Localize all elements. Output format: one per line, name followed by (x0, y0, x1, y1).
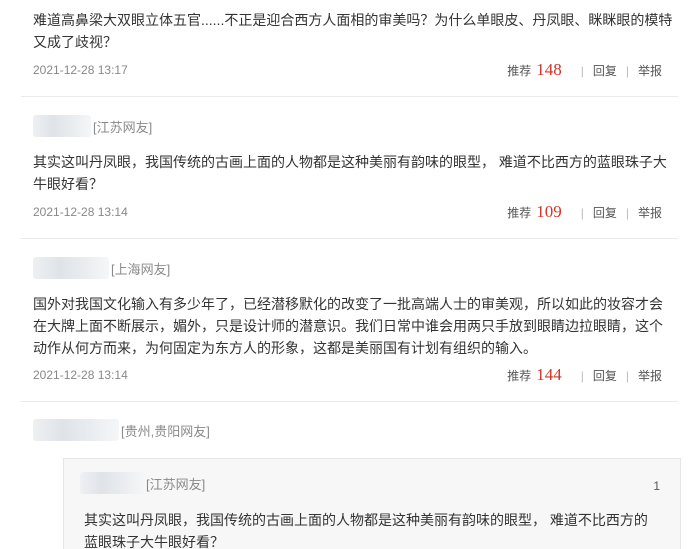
floor-number: 1 (653, 479, 660, 493)
quoted-comment: [江苏网友] 1 其实这叫丹凤眼，我国传统的古画上面的人物都是这种美丽有韵味的眼… (63, 458, 681, 549)
separator: | (580, 369, 584, 383)
comment-meta-row: 2021-12-28 13:17 推荐 148 | 回复 | 举报 (0, 60, 698, 80)
recommend-count: 144 (536, 365, 562, 384)
comment-user-row: [贵州,贵阳网友] (33, 418, 210, 442)
quoted-user-row: [江苏网友] (80, 471, 205, 495)
user-region: [贵州,贵阳网友] (121, 423, 210, 439)
reply-button[interactable]: 回复 (593, 367, 617, 384)
user-region: [江苏网友] (93, 119, 153, 135)
comment-text: 国外对我国文化输入有多少年了，已经潜移默化的改变了一批高端人士的审美观，所以如此… (33, 296, 663, 356)
blurred-username (33, 115, 91, 137)
blurred-username (33, 257, 109, 279)
recommend-count: 109 (536, 202, 562, 221)
comment-divider (21, 96, 678, 97)
comment-text: 难道高鼻梁大双眼立体五官......不正是迎合西方人面相的审美吗？为什么单眼皮、… (33, 12, 673, 50)
comment-meta-row: 2021-12-28 13:14 推荐 109 | 回复 | 举报 (0, 202, 698, 222)
comment-timestamp: 2021-12-28 13:14 (33, 368, 128, 382)
report-button[interactable]: 举报 (638, 204, 662, 221)
blurred-username (33, 419, 119, 441)
comment-meta-row: 2021-12-28 13:14 推荐 144 | 回复 | 举报 (0, 365, 698, 385)
separator: | (625, 369, 629, 383)
blurred-username (80, 472, 144, 494)
comment-timestamp: 2021-12-28 13:17 (33, 63, 128, 77)
comment-divider (21, 238, 678, 239)
recommend-button[interactable]: 推荐 (507, 367, 531, 384)
reply-button[interactable]: 回复 (593, 204, 617, 221)
separator: | (625, 64, 629, 78)
report-button[interactable]: 举报 (638, 62, 662, 79)
user-region: [上海网友] (111, 261, 171, 277)
separator: | (580, 64, 584, 78)
reply-button[interactable]: 回复 (593, 62, 617, 79)
comment-user-row: [上海网友] (33, 256, 170, 280)
separator: | (580, 206, 584, 220)
separator: | (625, 206, 629, 220)
comment-user-row: [江苏网友] (33, 114, 152, 138)
quoted-text: 其实这叫丹凤眼，我国传统的古画上面的人物都是这种美丽有韵味的眼型， 难道不比西方… (84, 512, 648, 549)
comment-timestamp: 2021-12-28 13:14 (33, 205, 128, 219)
comment-divider (21, 401, 678, 402)
recommend-count: 148 (536, 60, 562, 79)
recommend-button[interactable]: 推荐 (507, 204, 531, 221)
user-region: [江苏网友] (146, 476, 206, 492)
recommend-button[interactable]: 推荐 (507, 62, 531, 79)
comment-text: 其实这叫丹凤眼，我国传统的古画上面的人物都是这种美丽有韵味的眼型， 难道不比西方… (33, 154, 667, 192)
report-button[interactable]: 举报 (638, 367, 662, 384)
